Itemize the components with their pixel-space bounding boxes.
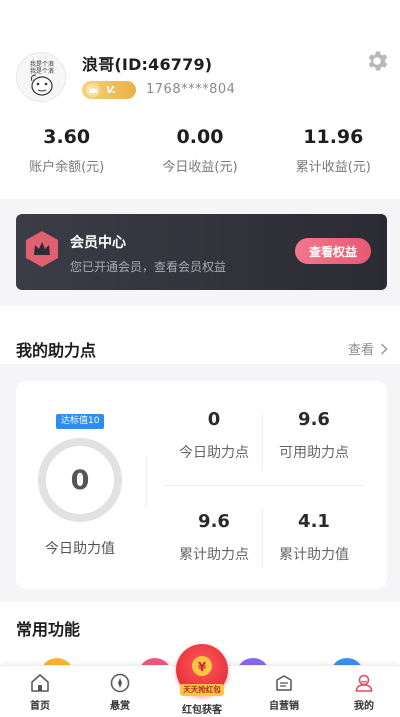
help-points-card: 达标值10 0 今日助力值 0 今日助力点 9.6 可用助力点 9.6 累计助力… [16, 381, 387, 589]
view-link-label: 查看 [347, 343, 374, 358]
stat-today-earnings[interactable]: 0.00 今日收益(元) [133, 120, 266, 192]
member-subtitle: 您已开通会员，查看会员权益 [70, 260, 227, 274]
cell-total-help-points: 9.6 累计助力点 [164, 511, 264, 564]
view-help-points-link[interactable]: 查看 [348, 339, 388, 358]
cell-total-help-value: 4.1 累计助力值 [264, 511, 364, 564]
stat-value: 0.00 [176, 126, 224, 148]
cell-value: 4.1 [298, 511, 330, 532]
cell-today-help-points: 0 今日助力点 [164, 409, 264, 462]
section-title: 我的助力点 [16, 341, 97, 360]
gear-icon[interactable] [364, 48, 390, 74]
common-functions-title: 常用功能 [16, 620, 81, 639]
home-icon [31, 674, 49, 692]
tab-label: 我的 [354, 701, 374, 712]
svg-text:¥: ¥ [198, 660, 207, 674]
cell-label: 今日助力点 [179, 445, 249, 461]
tab-self-marketing[interactable]: 自营销 [254, 672, 314, 712]
stat-balance[interactable]: 3.60 账户余额(元) [0, 120, 133, 192]
divider [164, 485, 364, 486]
cell-label: 可用助力点 [279, 445, 349, 461]
svg-text:我是个浪: 我是个浪 [30, 67, 54, 75]
tab-label: 首页 [30, 701, 50, 712]
cell-value: 9.6 [298, 409, 330, 430]
crown-icon [86, 83, 100, 97]
avatar[interactable]: 我是个浪 我是个浪 [16, 52, 66, 102]
phone-number: 1768****804 [146, 82, 236, 97]
bounty-icon [110, 673, 130, 693]
today-help-label: 今日助力值 [45, 541, 115, 557]
help-points-header: 我的助力点 查看 [0, 333, 400, 363]
stat-label: 累计收益(元) [295, 160, 371, 175]
chevron-right-icon [380, 342, 388, 355]
svg-text:我是个浪: 我是个浪 [30, 60, 54, 68]
avatar-cartoon-icon: 我是个浪 我是个浪 [17, 53, 65, 101]
tab-label: 悬赏 [110, 701, 130, 712]
vip-badge[interactable]: V. [82, 81, 136, 99]
cell-label: 累计助力点 [179, 547, 249, 563]
tab-home[interactable]: 首页 [10, 672, 70, 712]
vip-level: V. [106, 84, 116, 96]
tab-mine[interactable]: 我的 [334, 672, 394, 712]
red-packet-ribbon: 天天抢红包 [180, 684, 224, 696]
username: 浪哥(ID:46779) [82, 55, 213, 74]
today-help-value: 0 [70, 464, 90, 496]
stat-total-earnings[interactable]: 11.96 累计收益(元) [267, 120, 400, 192]
marketing-icon [276, 675, 292, 691]
tab-red-packet-label[interactable]: 红包获客 [166, 701, 238, 716]
target-tag: 达标值10 [56, 414, 105, 429]
stat-value: 11.96 [303, 126, 364, 148]
tab-bounty[interactable]: 悬赏 [90, 672, 150, 712]
stat-value: 3.60 [43, 126, 91, 148]
member-center-card[interactable]: 会员中心 您已开通会员，查看会员权益 查看权益 [16, 214, 387, 290]
view-benefits-button[interactable]: 查看权益 [295, 238, 371, 264]
divider [146, 456, 147, 506]
cell-value: 9.6 [198, 511, 230, 532]
member-title: 会员中心 [70, 235, 126, 251]
cell-available-help-points: 9.6 可用助力点 [264, 409, 364, 462]
cell-value: 0 [207, 409, 221, 430]
cell-label: 累计助力值 [279, 547, 349, 563]
stat-label: 今日收益(元) [162, 160, 238, 175]
earnings-stats: 3.60 账户余额(元) 0.00 今日收益(元) 11.96 累计收益(元) [0, 120, 400, 192]
stat-label: 账户余额(元) [29, 160, 105, 175]
member-crown-icon [26, 231, 58, 267]
profile-header: 我是个浪 我是个浪 浪哥(ID:46779) V. 1768****804 [0, 0, 400, 118]
tab-label: 自营销 [269, 701, 299, 712]
profile-icon [355, 674, 373, 692]
